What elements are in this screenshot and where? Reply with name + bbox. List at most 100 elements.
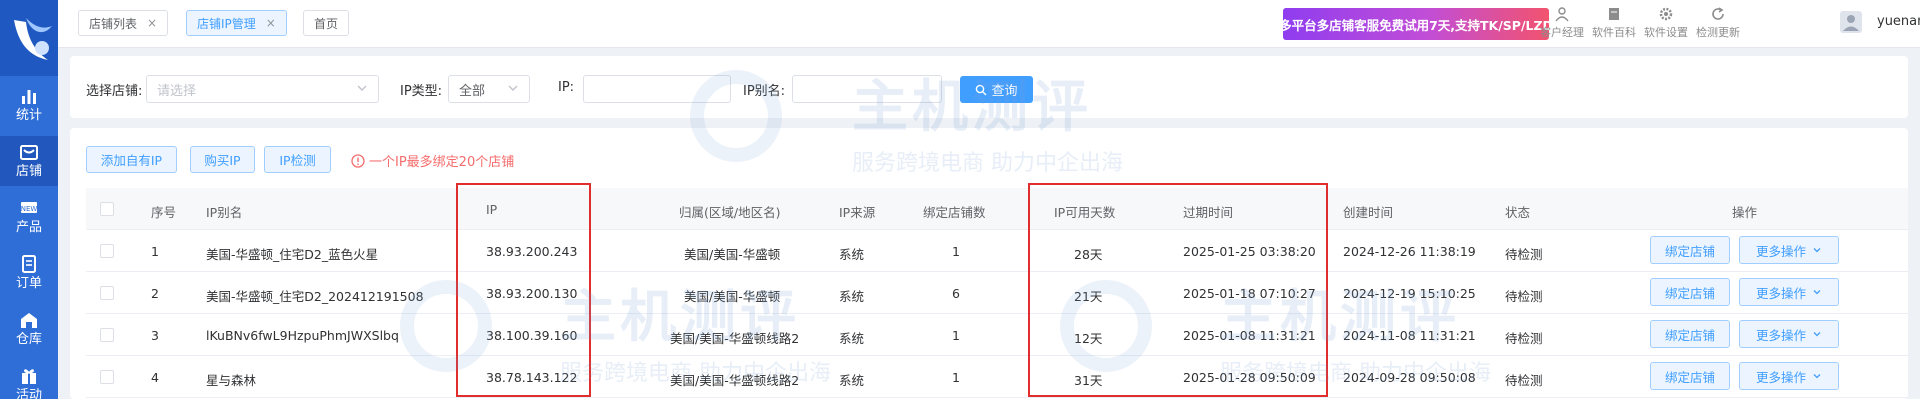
sidebar-item-stats[interactable]: 统计: [0, 80, 58, 130]
bind-store-button[interactable]: 绑定店铺: [1650, 320, 1730, 348]
row-ip: 38.78.143.122: [486, 370, 578, 385]
warning-text: 一个IP最多绑定20个店铺: [369, 155, 515, 170]
tab-store-list[interactable]: 店铺列表 ×: [78, 10, 169, 36]
row-checkbox[interactable]: [100, 370, 114, 384]
column-header-no: 序号: [151, 205, 177, 220]
column-header-expire-time: 过期时间: [1183, 205, 1234, 220]
book-icon: [1609, 8, 1619, 20]
table-row: 2 美国-华盛顿_住宅D2_202412191508 38.93.200.130…: [86, 272, 1908, 314]
row-create-time: 2024-12-19 15:10:25: [1343, 286, 1476, 301]
sidebar-item-product[interactable]: NEW 产品: [0, 192, 58, 242]
row-source: 系统: [839, 373, 865, 388]
store-icon: [20, 144, 38, 160]
promo-banner[interactable]: 多平台多店铺客服免费试用7天,支持TK/SP/LZD: [1279, 8, 1553, 40]
bind-store-button[interactable]: 绑定店铺: [1650, 362, 1730, 390]
check-update-button[interactable]: 检测更新: [1693, 6, 1743, 42]
ip-type-label: IP类型:: [400, 84, 443, 99]
account-manager-button[interactable]: 客户经理: [1537, 6, 1587, 42]
row-available-days: 28天: [1074, 247, 1103, 262]
row-status: 待检测: [1505, 373, 1543, 388]
row-source: 系统: [839, 289, 865, 304]
table-row: 1 美国-华盛顿_住宅D2_蓝色火星 38.93.200.243 美国/美国-华…: [86, 230, 1908, 272]
more-actions-button[interactable]: 更多操作: [1739, 320, 1839, 348]
sidebar-item-label: 统计: [15, 107, 42, 123]
sidebar-item-label: 订单: [15, 275, 42, 291]
sidebar-item-store[interactable]: 店铺: [0, 136, 58, 186]
tool-label: 软件百科: [1592, 26, 1636, 39]
chevron-down-icon: [1813, 332, 1821, 337]
row-alias: 美国-华盛顿_住宅D2_202412191508: [206, 289, 424, 304]
warning-icon: [351, 153, 365, 168]
bind-store-button[interactable]: 绑定店铺: [1650, 278, 1730, 306]
software-wiki-button[interactable]: 软件百科: [1589, 6, 1639, 42]
store-select-placeholder: 请选择: [157, 83, 197, 99]
tab-store-ip-management[interactable]: 店铺IP管理 ×: [186, 10, 287, 36]
chevron-down-icon: [1813, 374, 1821, 379]
software-settings-button[interactable]: 软件设置: [1641, 6, 1691, 42]
table-row: 3 lKuBNv6fwL9HzpuPhmJWXSlbq 38.100.39.16…: [86, 314, 1908, 356]
ip-input[interactable]: [583, 75, 731, 103]
column-header-ip: IP: [486, 202, 498, 217]
row-checkbox[interactable]: [100, 286, 114, 300]
more-actions-button[interactable]: 更多操作: [1739, 278, 1839, 306]
sidebar-item-label: 店铺: [15, 163, 42, 179]
column-header-available-days: IP可用天数: [1054, 205, 1116, 220]
row-ip: 38.93.200.243: [486, 244, 578, 259]
row-available-days: 12天: [1074, 331, 1103, 346]
top-bar: 店铺列表 × 店铺IP管理 × 首页 多平台多店铺客服免费试用7天,支持TK/S…: [58, 0, 1920, 48]
row-available-days: 21天: [1074, 289, 1103, 304]
tool-label: 检测更新: [1696, 26, 1740, 39]
ip-type-select[interactable]: 全部: [448, 75, 530, 103]
tool-label: 软件设置: [1644, 26, 1688, 39]
bar-chart-icon: [22, 89, 36, 104]
row-alias: 星与森林: [206, 373, 257, 388]
chevron-down-icon: [508, 85, 518, 91]
row-create-time: 2024-11-08 11:31:21: [1343, 328, 1476, 343]
row-no: 2: [151, 286, 159, 301]
store-select[interactable]: 请选择: [146, 75, 379, 103]
row-available-days: 31天: [1074, 373, 1103, 388]
row-bound-stores: 1: [952, 328, 960, 343]
sidebar-item-order[interactable]: 订单: [0, 248, 58, 298]
logo-icon: [14, 18, 52, 60]
close-icon[interactable]: ×: [266, 16, 276, 30]
row-status: 待检测: [1505, 247, 1543, 262]
row-source: 系统: [839, 331, 865, 346]
add-own-ip-button[interactable]: 添加自有IP: [86, 146, 177, 173]
avatar[interactable]: [1839, 10, 1863, 34]
row-create-time: 2024-12-26 11:38:19: [1343, 244, 1476, 259]
bind-store-button[interactable]: 绑定店铺: [1650, 236, 1730, 264]
more-actions-button[interactable]: 更多操作: [1739, 236, 1839, 264]
ip-alias-input[interactable]: [792, 75, 942, 103]
sidebar-item-warehouse[interactable]: 仓库: [0, 304, 58, 354]
more-actions-label: 更多操作: [1755, 369, 1806, 385]
buy-ip-button[interactable]: 购买IP: [190, 146, 255, 173]
gift-icon: [22, 368, 36, 384]
ip-alias-label: IP别名:: [743, 84, 786, 99]
sidebar-item-label: 仓库: [15, 331, 42, 347]
select-all-checkbox[interactable]: [100, 202, 114, 216]
ip-check-button[interactable]: IP检测: [264, 146, 331, 173]
row-checkbox[interactable]: [100, 244, 114, 258]
chevron-down-icon: [1813, 290, 1821, 295]
row-no: 4: [151, 370, 159, 385]
row-ip: 38.100.39.160: [486, 328, 578, 343]
close-icon[interactable]: ×: [147, 16, 157, 30]
row-region: 美国/美国-华盛顿: [684, 289, 781, 304]
query-button[interactable]: 查询: [960, 76, 1033, 103]
row-no: 3: [151, 328, 159, 343]
order-icon: [22, 254, 36, 273]
person-icon: [1555, 7, 1569, 22]
more-actions-button[interactable]: 更多操作: [1739, 362, 1839, 390]
username[interactable]: yuenanceshi: [1877, 14, 1920, 29]
sidebar-item-activity[interactable]: 活动: [0, 360, 58, 399]
tab-home[interactable]: 首页: [303, 10, 350, 36]
column-header-bound-stores: 绑定店铺数: [923, 205, 986, 220]
row-region: 美国/美国-华盛顿线路2: [670, 373, 800, 388]
sidebar-item-label: 产品: [15, 219, 42, 235]
table-row: 4 星与森林 38.78.143.122 美国/美国-华盛顿线路2 系统 1 3…: [86, 356, 1908, 398]
row-checkbox[interactable]: [100, 328, 114, 342]
row-region: 美国/美国-华盛顿: [684, 247, 781, 262]
row-status: 待检测: [1505, 331, 1543, 346]
product-icon: NEW: [21, 201, 37, 213]
